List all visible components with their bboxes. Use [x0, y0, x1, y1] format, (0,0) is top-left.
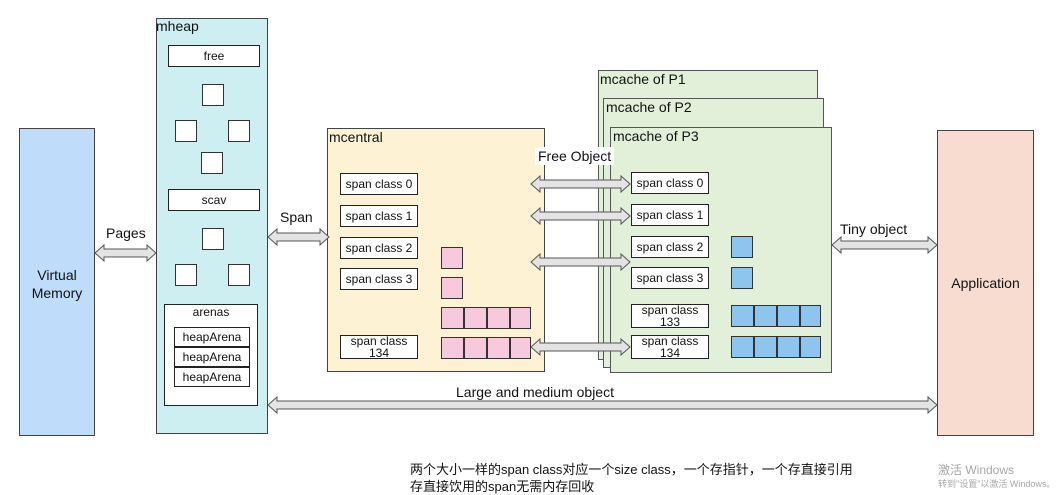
free-object-label: Free Object [535, 147, 615, 165]
free-object-arrow [530, 174, 631, 194]
span-label: Span [280, 209, 313, 225]
free-object-arrow [530, 206, 631, 226]
free-object-arrow [530, 252, 631, 272]
memory-allocator-diagram: Virtual Memory mheap free scav arenas he… [0, 0, 1058, 495]
pages-arrow [94, 243, 157, 263]
watermark-line-1: 激活 Windows [938, 463, 1015, 477]
span-arrow [267, 227, 330, 247]
pages-label: Pages [106, 225, 146, 241]
free-object-arrow [530, 337, 631, 357]
large-medium-label: Large and medium object [456, 384, 614, 400]
tiny-object-arrow [831, 235, 938, 255]
note-line-2: 存直接饮用的span无需内存回收 [410, 479, 595, 494]
watermark-line-2: 转到"设置"以激活 Windows。 [938, 479, 1056, 489]
double-arrows [94, 174, 938, 415]
tiny-object-label: Tiny object [840, 221, 908, 237]
